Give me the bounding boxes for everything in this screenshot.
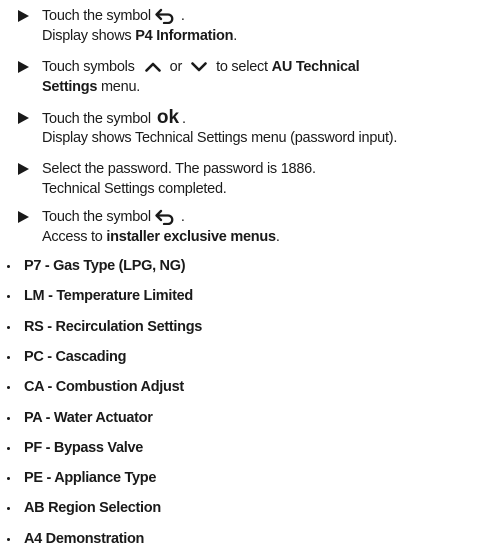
step-1-text: Touch the symbol [42,8,151,24]
bullet-icon [7,265,10,268]
menu-item-label: PA - Water Actuator [24,410,153,426]
menu-item-label: CA - Combustion Adjust [24,379,184,395]
step-5-line-2: Access to installer exclusive menus. [42,227,280,247]
menu-list-item: PA - Water Actuator [0,408,477,428]
step-5-result-bold: installer exclusive menus [106,229,276,245]
step-2-menu-name-cont: Settings [42,79,98,95]
step-3-line-1: Touch the symbol ok. [42,108,186,129]
menu-list-item: CA - Combustion Adjust [0,377,477,397]
instruction-document: Touch the symbol. Display shows P4 Infor… [0,0,477,560]
step-2-menu-suffix: menu. [97,79,141,95]
menu-item-label: P7 - Gas Type (LPG, NG) [24,258,186,274]
step-5-text: Touch the symbol [42,209,151,225]
menu-item-label: RS - Recirculation Settings [24,319,203,335]
menu-item-label: AB Region Selection [24,500,161,516]
step-1-result-text: Display shows [42,28,136,44]
back-arrow-icon [155,209,177,226]
bullet-icon [7,507,10,510]
bullet-icon [7,477,10,480]
chevron-down-icon [191,62,207,72]
step-2-line-2: Settings menu. [42,77,140,97]
bullet-icon [7,447,10,450]
step-arrow-icon [18,108,32,128]
menu-list-item: P7 - Gas Type (LPG, NG) [0,256,477,276]
bullet-icon [7,356,10,359]
step-5-punct: . [180,209,185,225]
bullet-icon [7,326,10,329]
step-1-line-2: Display shows P4 Information. [42,26,237,46]
step-arrow-icon [18,159,32,179]
menu-list-item: A4 Demonstration [0,529,477,549]
step-5-line-1: Touch the symbol. [42,207,185,227]
step-5-result-text: Access to [42,229,107,245]
step-3-text: Touch the symbol [42,111,151,127]
step-2-menu-name: AU Technical [271,59,360,75]
step-4-text: Select the password. The password is 188… [42,161,316,177]
menu-list-item: PF - Bypass Valve [0,438,477,458]
menu-list-item: RS - Recirculation Settings [0,317,477,337]
menu-item-label: PE - Appliance Type [24,470,157,486]
step-2-text: Touch symbols [42,59,135,75]
step-1-result-punct: . [233,28,237,44]
menu-item-label: PC - Cascading [24,349,127,365]
bullet-icon [7,417,10,420]
step-5-result-punct: . [275,229,280,245]
menu-item-label: A4 Demonstration [24,531,145,547]
step-arrow-icon [18,6,32,26]
chevron-up-icon [144,62,161,72]
menu-list-item: LM - Temperature Limited [0,286,477,306]
step-1-result-bold: P4 Information [135,28,234,44]
step-1-line-1: Touch the symbol. [42,6,185,26]
step-2-or: or [169,59,183,75]
step-1-punct: . [180,8,185,24]
step-3-line-2: Display shows Technical Settings menu (p… [42,128,397,148]
bullet-icon [7,538,10,541]
step-arrow-icon [18,57,32,77]
menu-list-item: PE - Appliance Type [0,468,477,488]
step-arrow-icon [18,207,32,227]
menu-list-item: AB Region Selection [0,498,477,518]
bullet-icon [7,386,10,389]
step-2-line-1: Touch symbols or to select AU Technical [42,57,360,77]
ok-symbol: ok [156,107,180,128]
menu-list-item: PC - Cascading [0,347,477,367]
step-4-line-1: Select the password. The password is 188… [42,159,316,179]
step-4-line-2: Technical Settings completed. [42,179,227,199]
menu-item-label: PF - Bypass Valve [24,440,144,456]
back-arrow-icon [155,8,177,25]
menu-item-label: LM - Temperature Limited [24,288,193,304]
step-3-result-text: Display shows Technical Settings menu (p… [42,130,398,146]
step-4-result-text: Technical Settings completed. [42,181,227,197]
step-3-punct: . [182,111,186,127]
bullet-icon [7,295,10,298]
step-2-select-text: to select [216,59,272,75]
